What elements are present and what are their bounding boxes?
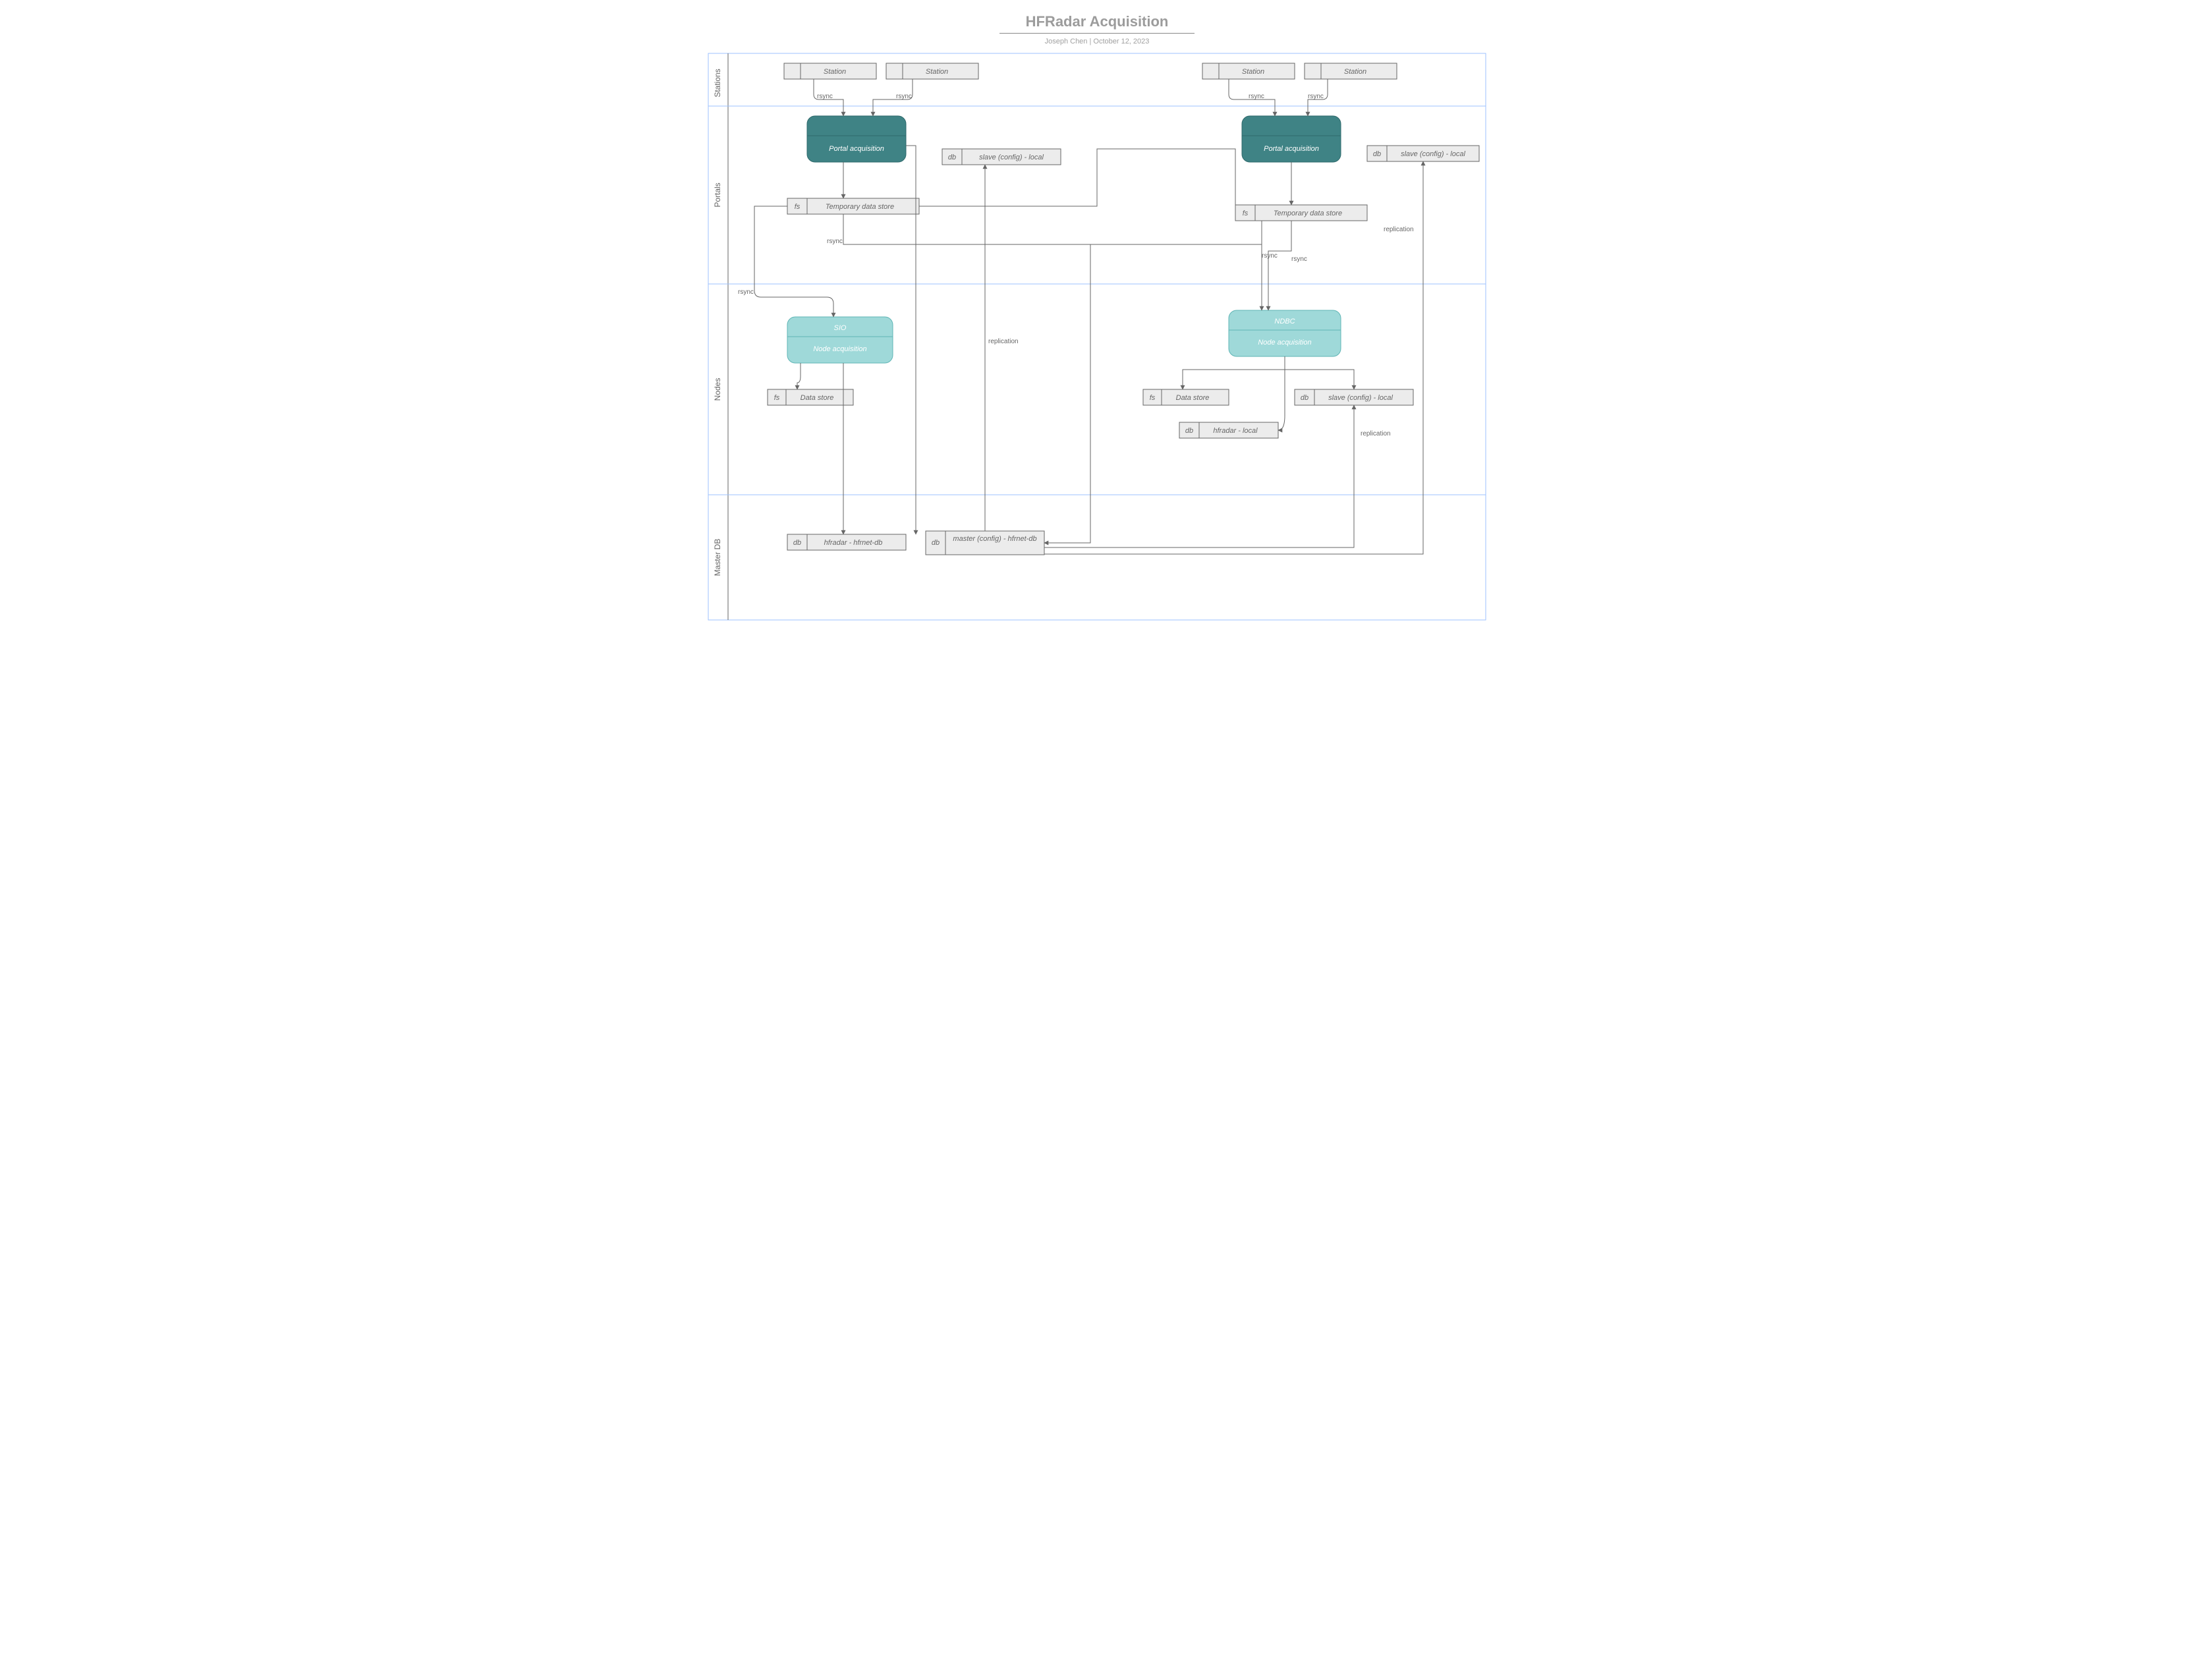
master-config: db master (config) - hfrnet-db	[926, 531, 1044, 555]
data-store-left: fs Data store	[768, 389, 853, 405]
svg-text:hfradar - local: hfradar - local	[1213, 427, 1258, 435]
svg-text:db: db	[793, 539, 801, 547]
svg-text:fs: fs	[1243, 210, 1249, 217]
hfradar-local: db hfradar - local	[1179, 422, 1278, 438]
lane-portals: Portals	[713, 182, 722, 207]
svg-text:Data store: Data store	[1176, 394, 1210, 402]
svg-text:db: db	[1301, 394, 1308, 402]
node-ndbc: NDBC Node acquisition	[1229, 310, 1341, 356]
svg-text:Data store: Data store	[801, 394, 834, 402]
svg-text:Temporary data store: Temporary data store	[826, 203, 894, 211]
svg-text:Station: Station	[1344, 68, 1366, 76]
svg-text:fs: fs	[774, 394, 780, 402]
slave-config-local-2: db slave (config) - local	[1367, 146, 1479, 161]
svg-text:Station: Station	[926, 68, 948, 76]
temp-store-right: fs Temporary data store	[1235, 205, 1367, 221]
edge-rsync-ndbc1: rsync	[1262, 252, 1278, 260]
svg-text:Station: Station	[1242, 68, 1264, 76]
svg-text:db: db	[1373, 150, 1381, 158]
svg-text:Portal acquisition: Portal acquisition	[1264, 145, 1319, 153]
lane-masterdb: Master DB	[713, 539, 722, 576]
station-box-2: Station	[886, 63, 978, 79]
svg-text:NDBC: NDBC	[1274, 318, 1295, 325]
svg-text:fs: fs	[795, 203, 801, 211]
slave-config-local-1: db slave (config) - local	[942, 149, 1061, 165]
svg-text:db: db	[948, 154, 956, 161]
svg-text:Station: Station	[824, 68, 846, 76]
svg-text:master (config) - hfrnet-db: master (config) - hfrnet-db	[953, 535, 1036, 543]
edge-rsync-st1: rsync	[817, 93, 833, 100]
lane-nodes: Nodes	[713, 378, 722, 401]
svg-text:db: db	[932, 539, 940, 547]
edge-rsync-ndbc2: rsync	[1291, 256, 1307, 263]
svg-text:Portal acquisition: Portal acquisition	[829, 145, 884, 153]
svg-text:slave (config) - local: slave (config) - local	[979, 154, 1044, 161]
svg-text:Node acquisition: Node acquisition	[1258, 339, 1311, 347]
svg-text:Temporary data store: Temporary data store	[1274, 210, 1342, 217]
lane-stations: Stations	[713, 69, 722, 97]
data-store-right: fs Data store	[1143, 389, 1229, 405]
edge-rsync-cross: rsync	[827, 238, 843, 245]
svg-text:slave (config) - local: slave (config) - local	[1328, 394, 1393, 402]
diagram-canvas: Stations Portals Nodes Master DB Station…	[695, 47, 1499, 627]
page-subtitle: Joseph Chen | October 12, 2023	[0, 38, 2194, 45]
page-title: HFRadar Acquisition	[999, 13, 1195, 34]
portal-acq-right: Portal acquisition	[1242, 116, 1341, 162]
portal-acq-left: Portal acquisition	[807, 116, 906, 162]
svg-text:Node acquisition: Node acquisition	[813, 345, 866, 353]
svg-text:SIO: SIO	[834, 324, 847, 332]
svg-text:slave (config) - local: slave (config) - local	[1401, 150, 1465, 158]
svg-text:fs: fs	[1150, 394, 1156, 402]
node-sio: SIO Node acquisition	[787, 317, 893, 363]
slave-config-local-3: db slave (config) - local	[1295, 389, 1413, 405]
edge-repl-1: replication	[988, 338, 1019, 345]
svg-text:hfradar - hfrnet-db: hfradar - hfrnet-db	[824, 539, 883, 547]
station-box-3: Station	[1202, 63, 1295, 79]
edge-repl-3: replication	[1384, 226, 1414, 233]
edge-rsync-st3: rsync	[1249, 93, 1264, 100]
svg-text:db: db	[1185, 427, 1193, 435]
temp-store-left: fs Temporary data store	[787, 198, 919, 214]
station-box-1: Station	[784, 63, 876, 79]
edge-rsync-st4: rsync	[1308, 93, 1324, 100]
edge-rsync-sio: rsync	[738, 289, 754, 296]
edge-rsync-st2: rsync	[896, 93, 912, 100]
master-hfradar: db hfradar - hfrnet-db	[787, 534, 906, 550]
station-box-4: Station	[1305, 63, 1397, 79]
edge-repl-2: replication	[1361, 430, 1391, 437]
